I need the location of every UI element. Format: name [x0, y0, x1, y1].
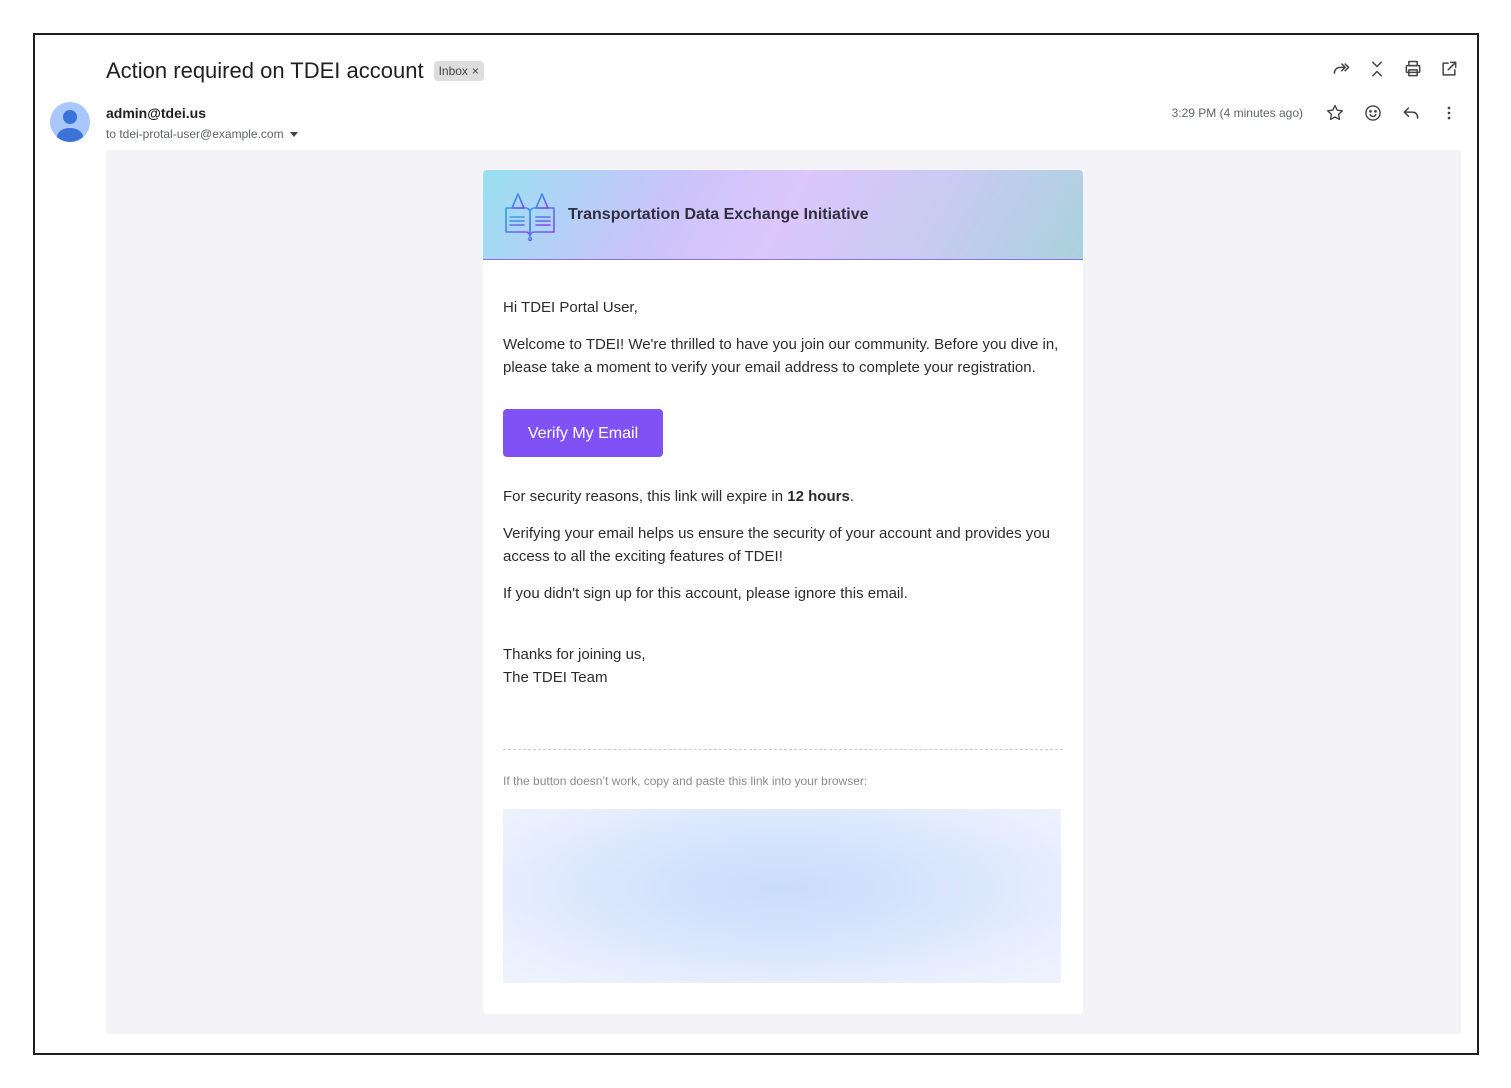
- expiry-prefix: For security reasons, this link will exp…: [503, 488, 788, 505]
- email-card: Transportation Data Exchange Initiative …: [483, 170, 1083, 1014]
- expiry-suffix: .: [849, 488, 854, 505]
- thread-actions: [1329, 57, 1461, 81]
- subject-row: Action required on TDEI account Inbox ×: [106, 55, 484, 87]
- message-actions: 3:29 PM (4 minutes ago): [1172, 101, 1461, 125]
- email-window: Action required on TDEI account Inbox ×: [33, 33, 1479, 1055]
- more-vertical-icon[interactable]: [1437, 101, 1461, 125]
- expiry-paragraph: For security reasons, this link will exp…: [503, 485, 1063, 508]
- expiry-duration: 12 hours: [787, 488, 850, 505]
- inbox-label-text: Inbox: [438, 64, 468, 78]
- verify-email-button[interactable]: Verify My Email: [503, 409, 663, 457]
- email-subject: Action required on TDEI account: [106, 58, 424, 83]
- ignore-paragraph: If you didn't sign up for this account, …: [503, 585, 908, 602]
- email-banner: Transportation Data Exchange Initiative: [483, 170, 1083, 260]
- timestamp: 3:29 PM (4 minutes ago): [1171, 106, 1303, 120]
- collapse-icon[interactable]: [1365, 57, 1389, 81]
- reply-icon[interactable]: [1399, 101, 1423, 125]
- inbox-label[interactable]: Inbox ×: [433, 61, 484, 81]
- person-icon: [57, 110, 83, 142]
- organization-name: Transportation Data Exchange Initiative: [568, 205, 869, 223]
- divider: [503, 749, 1063, 750]
- open-in-new-window-icon[interactable]: [1437, 57, 1461, 81]
- recipient-line: to tdei-protal-user@example.com: [106, 127, 298, 141]
- sender-avatar[interactable]: [50, 102, 90, 142]
- greeting: Hi TDEI Portal User,: [503, 299, 638, 316]
- sender-address[interactable]: admin@tdei.us: [106, 105, 206, 121]
- fallback-instructions: If the button doesn’t work, copy and pas…: [503, 774, 868, 788]
- thanks-line: Thanks for joining us,: [503, 646, 646, 663]
- benefit-paragraph: Verifying your email helps us ensure the…: [503, 525, 1050, 565]
- print-icon[interactable]: [1401, 57, 1425, 81]
- message-body-background: Transportation Data Exchange Initiative …: [106, 150, 1461, 1034]
- emoji-icon[interactable]: [1361, 101, 1385, 125]
- redacted-verification-link[interactable]: [503, 809, 1061, 983]
- welcome-paragraph: Welcome to TDEI! We're thrilled to have …: [503, 336, 1059, 376]
- team-signature: The TDEI Team: [503, 669, 608, 686]
- tdei-logo-icon: [505, 189, 555, 241]
- forward-all-icon[interactable]: [1329, 57, 1353, 81]
- star-icon[interactable]: [1323, 101, 1347, 125]
- remove-label-icon[interactable]: ×: [472, 64, 479, 78]
- show-details-chevron-down-icon[interactable]: [289, 131, 298, 137]
- recipient-text: to tdei-protal-user@example.com: [106, 127, 284, 141]
- email-content: Hi TDEI Portal User, Welcome to TDEI! We…: [483, 260, 1083, 983]
